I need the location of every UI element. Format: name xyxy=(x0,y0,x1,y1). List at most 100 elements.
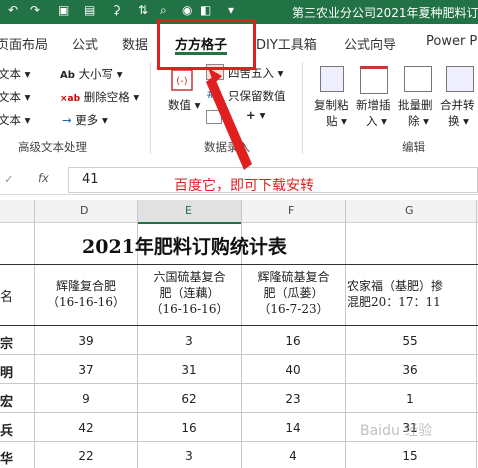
cell-d[interactable]: 9 xyxy=(56,392,116,406)
row-name[interactable]: 明 xyxy=(0,362,13,381)
number-value-icon: (-) xyxy=(171,69,193,91)
cell-e[interactable]: 3 xyxy=(159,334,219,348)
redo-icon[interactable]: ↷ xyxy=(30,3,40,17)
row-name[interactable]: 宏 xyxy=(0,391,13,410)
search-icon[interactable]: ⌕ xyxy=(160,3,167,18)
header-line: （16-16-16） xyxy=(150,302,229,316)
ab-icon: Ab xyxy=(60,70,75,81)
header-cell-d[interactable]: 辉隆复合肥 （16-16-16） xyxy=(36,278,136,310)
undo-icon[interactable]: ↶ xyxy=(8,3,18,17)
grid-line xyxy=(0,264,478,265)
document-title: 第三农业分公司2021年夏种肥料订 xyxy=(292,6,478,20)
ribbon-text-button-1[interactable]: 文本 ▾ xyxy=(0,66,30,82)
more-button[interactable]: → 更多 ▾ xyxy=(62,112,108,128)
column-header-g[interactable]: G xyxy=(405,204,414,217)
batch-delete-button-line2[interactable]: 除 ▾ xyxy=(408,113,429,129)
grid-line xyxy=(0,441,478,442)
format-icon[interactable]: ⚳ xyxy=(112,3,121,17)
row-name[interactable]: 宗 xyxy=(0,333,13,352)
cell-e[interactable]: 16 xyxy=(159,421,219,435)
header-cell-e[interactable]: 六国硫基复合 肥（连藕） （16-16-16） xyxy=(139,269,240,317)
delete-space-button[interactable]: ×ab 删除空格 ▾ xyxy=(60,89,139,105)
name-header: 名 xyxy=(0,290,14,305)
cell-e[interactable]: 31 xyxy=(159,363,219,377)
more-icon: → xyxy=(62,113,72,127)
sheet-title: 2021年肥料订购统计表 xyxy=(82,236,287,258)
group-label-text-processing: 高级文本处理 xyxy=(18,140,87,154)
open-icon[interactable]: ▤ xyxy=(84,3,95,17)
annotation-text: 百度它，即可下载安转 xyxy=(174,178,314,194)
grid-line xyxy=(0,412,478,413)
header-line: 农家福（基肥）掺 xyxy=(347,279,444,293)
cell-f[interactable]: 40 xyxy=(263,363,323,377)
merge-convert-icon xyxy=(446,66,474,92)
header-line: 肥（连藕） xyxy=(159,286,220,300)
sort-icon[interactable]: ⇅ xyxy=(138,3,148,17)
tab-page-layout[interactable]: 页面布局 xyxy=(0,34,48,53)
insert-icon xyxy=(360,66,388,94)
cell-f[interactable]: 23 xyxy=(263,392,323,406)
column-header-f[interactable]: F xyxy=(288,204,294,217)
header-line: 辉隆硫基复合 xyxy=(257,270,330,284)
cell-f[interactable]: 14 xyxy=(263,421,323,435)
header-cell-f[interactable]: 辉隆硫基复合 肥（瓜蒌） （16-7-23） xyxy=(243,269,344,317)
tab-formulas[interactable]: 公式 xyxy=(72,34,98,53)
grid-line xyxy=(0,383,478,384)
shape-icon[interactable]: ◧ xyxy=(200,3,211,17)
formula-value: 41 xyxy=(82,172,99,187)
header-line: 辉隆复合肥 xyxy=(55,279,116,293)
merge-convert-button[interactable]: 合并转 xyxy=(440,97,475,113)
cell-g[interactable]: 15 xyxy=(380,449,440,463)
header-cell-g[interactable]: 农家福（基肥）掺 混肥20：17：11 xyxy=(347,278,475,310)
copy-paste-button-line2[interactable]: 贴 ▾ xyxy=(326,113,347,129)
column-header-d[interactable]: D xyxy=(80,204,88,217)
more-dropdown-icon[interactable]: ▾ xyxy=(228,3,234,17)
row-name[interactable]: 华 xyxy=(0,448,13,467)
column-header-e[interactable]: E xyxy=(185,204,192,217)
cell-d[interactable]: 39 xyxy=(56,334,116,348)
insert-button-line2[interactable]: 入 ▾ xyxy=(366,113,387,129)
delete-space-icon: ×ab xyxy=(60,94,81,104)
cell-d[interactable]: 37 xyxy=(56,363,116,377)
fx-icon[interactable]: fx xyxy=(38,171,49,185)
grid-line xyxy=(476,200,477,468)
header-line: 肥（瓜蒌） xyxy=(263,286,324,300)
copy-paste-button[interactable]: 复制粘 xyxy=(314,97,349,113)
header-line: （16-7-23） xyxy=(258,302,329,316)
cell-d[interactable]: 42 xyxy=(56,421,116,435)
cell-f[interactable]: 16 xyxy=(263,334,323,348)
insert-button[interactable]: 新增插 xyxy=(356,97,391,113)
camera-icon[interactable]: ◉ xyxy=(182,3,192,17)
merge-convert-button-line2[interactable]: 换 ▾ xyxy=(448,113,469,129)
tab-data[interactable]: 数据 xyxy=(122,34,148,53)
pointer-arrow-icon xyxy=(206,68,252,170)
cell-g[interactable]: 55 xyxy=(380,334,440,348)
cancel-icon[interactable]: ✓ xyxy=(4,172,14,186)
watermark: Baidu 经验 xyxy=(360,423,433,439)
batch-delete-button[interactable]: 批量删 xyxy=(398,97,433,113)
cell-g[interactable]: 1 xyxy=(380,392,440,406)
grid-line xyxy=(0,325,478,326)
uppercase-button[interactable]: Ab 大小写 ▾ xyxy=(60,66,123,82)
batch-delete-icon xyxy=(404,66,432,92)
tab-diy-toolbox[interactable]: DIY工具箱 xyxy=(256,34,317,53)
tab-formula-wizard[interactable]: 公式向导 xyxy=(344,34,396,53)
excel-icon[interactable]: ▣ xyxy=(58,3,69,17)
header-line: 六国硫基复合 xyxy=(153,270,226,284)
row-name[interactable]: 兵 xyxy=(0,420,13,439)
svg-text:(-): (-) xyxy=(176,76,188,87)
grid-line xyxy=(345,200,346,468)
header-line: （16-16-16） xyxy=(47,295,125,309)
grid-line xyxy=(0,354,478,355)
tab-power-pivot[interactable]: Power Pi xyxy=(426,34,478,49)
cell-e[interactable]: 62 xyxy=(159,392,219,406)
ribbon-text-button-3[interactable]: 文本 ▾ xyxy=(0,112,30,128)
cell-g[interactable]: 36 xyxy=(380,363,440,377)
header-line: 混肥20：17：11 xyxy=(347,295,441,309)
copy-paste-icon xyxy=(320,66,344,92)
cell-f[interactable]: 4 xyxy=(263,449,323,463)
group-separator xyxy=(302,62,303,154)
cell-d[interactable]: 22 xyxy=(56,449,116,463)
cell-e[interactable]: 3 xyxy=(159,449,219,463)
ribbon-text-button-2[interactable]: 文本 ▾ xyxy=(0,89,30,105)
